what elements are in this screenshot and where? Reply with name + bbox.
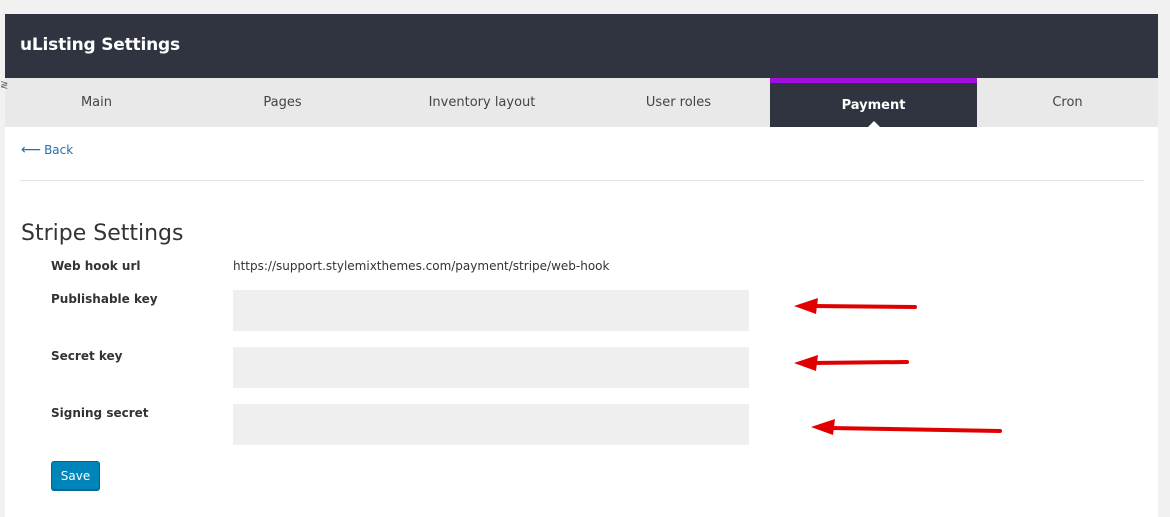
secret-key-label: Secret key [51, 349, 123, 363]
settings-panel: uListing Settings Main Pages Inventory l… [5, 14, 1158, 517]
tab-main[interactable]: Main [5, 78, 188, 127]
back-link[interactable]: ⟵ Back [21, 143, 73, 157]
publishable-key-input[interactable] [233, 290, 749, 331]
tab-cron-label: Cron [1052, 95, 1083, 110]
settings-header: uListing Settings [5, 14, 1158, 78]
tab-pages-label: Pages [263, 95, 302, 110]
tab-inventory-layout[interactable]: Inventory layout [377, 78, 587, 127]
active-tab-caret-icon [866, 121, 881, 128]
arrow-left-icon: ⟵ [21, 142, 42, 158]
webhook-url-value: https://support.stylemixthemes.com/payme… [233, 259, 610, 273]
page-title: uListing Settings [20, 35, 180, 55]
signing-secret-label: Signing secret [51, 406, 149, 420]
tab-cron[interactable]: Cron [977, 78, 1158, 127]
publishable-key-label: Publishable key [51, 292, 158, 306]
secret-key-input[interactable] [233, 347, 749, 388]
divider [20, 180, 1144, 181]
tab-payment[interactable]: Payment [770, 78, 977, 128]
webhook-url-label: Web hook url [51, 259, 141, 273]
tab-pages[interactable]: Pages [188, 78, 377, 127]
save-button[interactable]: Save [51, 461, 100, 490]
section-title: Stripe Settings [21, 221, 184, 246]
tab-inventory-layout-label: Inventory layout [428, 95, 536, 110]
signing-secret-input[interactable] [233, 404, 749, 445]
tab-user-roles-label: User roles [645, 95, 712, 110]
tab-user-roles[interactable]: User roles [587, 78, 770, 127]
settings-tabs: Main Pages Inventory layout User roles P… [5, 78, 1158, 128]
window-edge-mark-icon: ≷ [0, 80, 9, 91]
tab-payment-label: Payment [841, 97, 906, 113]
back-link-label: Back [44, 143, 74, 157]
tab-main-label: Main [80, 95, 113, 110]
